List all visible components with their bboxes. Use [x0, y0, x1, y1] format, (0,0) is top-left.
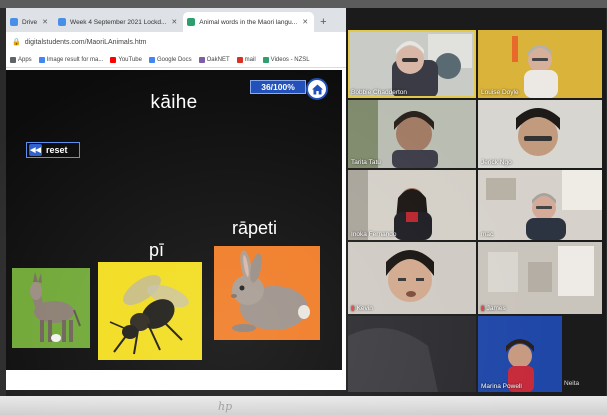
- participant-video: [478, 170, 602, 240]
- participant-name: Jerick Ngo: [481, 159, 512, 166]
- address-bar[interactable]: 🔒 digitalstudents.com/MaoriLAnimals.htm: [6, 32, 346, 52]
- lock-icon: 🔒: [12, 39, 21, 46]
- video-gallery: Bobbie Chadderton Louise Doyle Tarita Ta…: [346, 8, 606, 396]
- reset-button[interactable]: ◀◀ reset: [26, 142, 80, 158]
- tab-animal-words[interactable]: Animal words in the Maori langu... ✕: [183, 12, 315, 32]
- tab-drive[interactable]: Drive ✕: [6, 12, 54, 32]
- bookmark-oaknet[interactable]: OakNET: [198, 56, 230, 63]
- oaknet-icon: [198, 56, 205, 63]
- monitor-bezel-bottom: [0, 396, 607, 415]
- bookmarks-bar: Apps Image result for ma... YouTube Goog…: [6, 52, 346, 68]
- new-tab-button[interactable]: +: [314, 12, 332, 32]
- score-value: 36/100: [261, 82, 288, 92]
- participant-name: Tarita Tatu: [351, 159, 381, 166]
- bookmark-label: mail: [244, 56, 256, 63]
- monitor-bezel-top: [0, 0, 607, 8]
- bookmark-label: YouTube: [118, 56, 142, 63]
- gmail-icon: [236, 56, 243, 63]
- google-icon: [38, 56, 45, 63]
- close-icon[interactable]: ✕: [42, 18, 48, 26]
- word-pi: pī: [149, 240, 165, 260]
- bookmark-label: Videos - NZSL: [270, 56, 310, 63]
- score-suffix: %: [287, 82, 295, 92]
- participant-tile[interactable]: Jerick Ngo: [478, 100, 602, 168]
- participant-name: ▮ James: [481, 304, 506, 312]
- home-button[interactable]: [306, 78, 328, 100]
- word-rapeti: rāpeti: [232, 218, 278, 238]
- hp-logo-icon: hp: [218, 400, 233, 413]
- muted-mic-icon: ▮: [481, 305, 485, 312]
- home-icon: [311, 84, 323, 94]
- rewind-icon: ◀◀: [29, 144, 42, 156]
- muted-mic-icon: ▮: [351, 305, 355, 312]
- monitor-screen: Drive ✕ Week 4 September 2021 Lockd... ✕…: [6, 8, 606, 396]
- nzsl-icon: [262, 56, 269, 63]
- browser-tab-bar: Drive ✕ Week 4 September 2021 Lockd... ✕…: [6, 8, 346, 32]
- participant-name: ▮ Kevin: [351, 304, 373, 312]
- participant-video: [478, 100, 602, 168]
- participant-name-text: Kevin: [356, 305, 373, 312]
- matching-game: kāihe 36/100% ◀◀ reset pī rāpeti: [6, 70, 342, 370]
- participant-tile[interactable]: Bobbie Chadderton: [348, 30, 476, 98]
- apps-icon: [10, 56, 16, 63]
- participant-video: [348, 316, 476, 392]
- participant-video: [348, 100, 476, 168]
- donkey-image: [12, 268, 90, 348]
- target-word: kāihe: [150, 92, 198, 113]
- participant-video: [478, 30, 602, 98]
- bee-card[interactable]: [98, 262, 202, 360]
- participant-tile[interactable]: Louise Doyle: [478, 30, 602, 98]
- url-text[interactable]: digitalstudents.com/MaoriLAnimals.htm: [25, 39, 147, 46]
- participant-video: [478, 316, 562, 392]
- participant-name-text: James: [486, 305, 506, 312]
- docs-icon: [148, 56, 155, 63]
- bookmark-mail[interactable]: mail: [236, 56, 256, 63]
- participant-name: Marina Powell: [481, 383, 522, 390]
- bookmark-label: Apps: [18, 56, 32, 63]
- participant-name: mac: [481, 231, 494, 238]
- participant-name: Louise Doyle: [481, 89, 519, 96]
- bookmark-label: Image result for ma...: [46, 56, 104, 63]
- bookmark-image-result[interactable]: Image result for ma...: [38, 56, 104, 63]
- reset-label: reset: [46, 145, 68, 155]
- participant-name: Neita: [564, 380, 580, 387]
- participant-video: [348, 170, 476, 240]
- drive-icon: [10, 18, 18, 26]
- tab-week-4[interactable]: Week 4 September 2021 Lockd... ✕: [54, 12, 183, 32]
- participant-tile[interactable]: Marina Powell: [478, 316, 562, 392]
- bookmark-youtube[interactable]: YouTube: [110, 56, 142, 63]
- participant-tile[interactable]: [348, 316, 476, 392]
- tab-label: Drive: [22, 18, 38, 26]
- bookmark-google-docs[interactable]: Google Docs: [148, 56, 192, 63]
- rabbit-card[interactable]: [214, 246, 320, 340]
- close-icon[interactable]: ✕: [302, 18, 308, 26]
- rabbit-image: [214, 246, 320, 340]
- participant-name: Bobbie Chadderton: [351, 89, 408, 96]
- tab-label: Week 4 September 2021 Lockd...: [70, 18, 167, 26]
- participant-tile[interactable]: ▮ James: [478, 242, 602, 314]
- participant-name: Inoka Fernando: [351, 231, 397, 238]
- bookmark-videos-nzsl[interactable]: Videos - NZSL: [262, 56, 310, 63]
- bookmark-label: OakNET: [206, 56, 230, 63]
- participant-video: [348, 30, 476, 98]
- bookmark-apps[interactable]: Apps: [10, 56, 32, 63]
- participant-tile[interactable]: Inoka Fernando: [348, 170, 476, 240]
- tab-label: Animal words in the Maori langu...: [199, 18, 298, 26]
- donkey-card[interactable]: [12, 268, 90, 348]
- score-badge: 36/100%: [250, 80, 306, 94]
- youtube-icon: [110, 56, 117, 63]
- bookmark-label: Google Docs: [156, 56, 192, 63]
- participant-tile[interactable]: mac: [478, 170, 602, 240]
- close-icon[interactable]: ✕: [171, 18, 177, 26]
- bee-image: [98, 262, 202, 360]
- docs-icon: [58, 18, 67, 26]
- participant-tile[interactable]: ▮ Kevin: [348, 242, 476, 314]
- page-icon: [187, 18, 196, 26]
- participant-tile[interactable]: Tarita Tatu: [348, 100, 476, 168]
- browser-window: Drive ✕ Week 4 September 2021 Lockd... ✕…: [6, 8, 346, 390]
